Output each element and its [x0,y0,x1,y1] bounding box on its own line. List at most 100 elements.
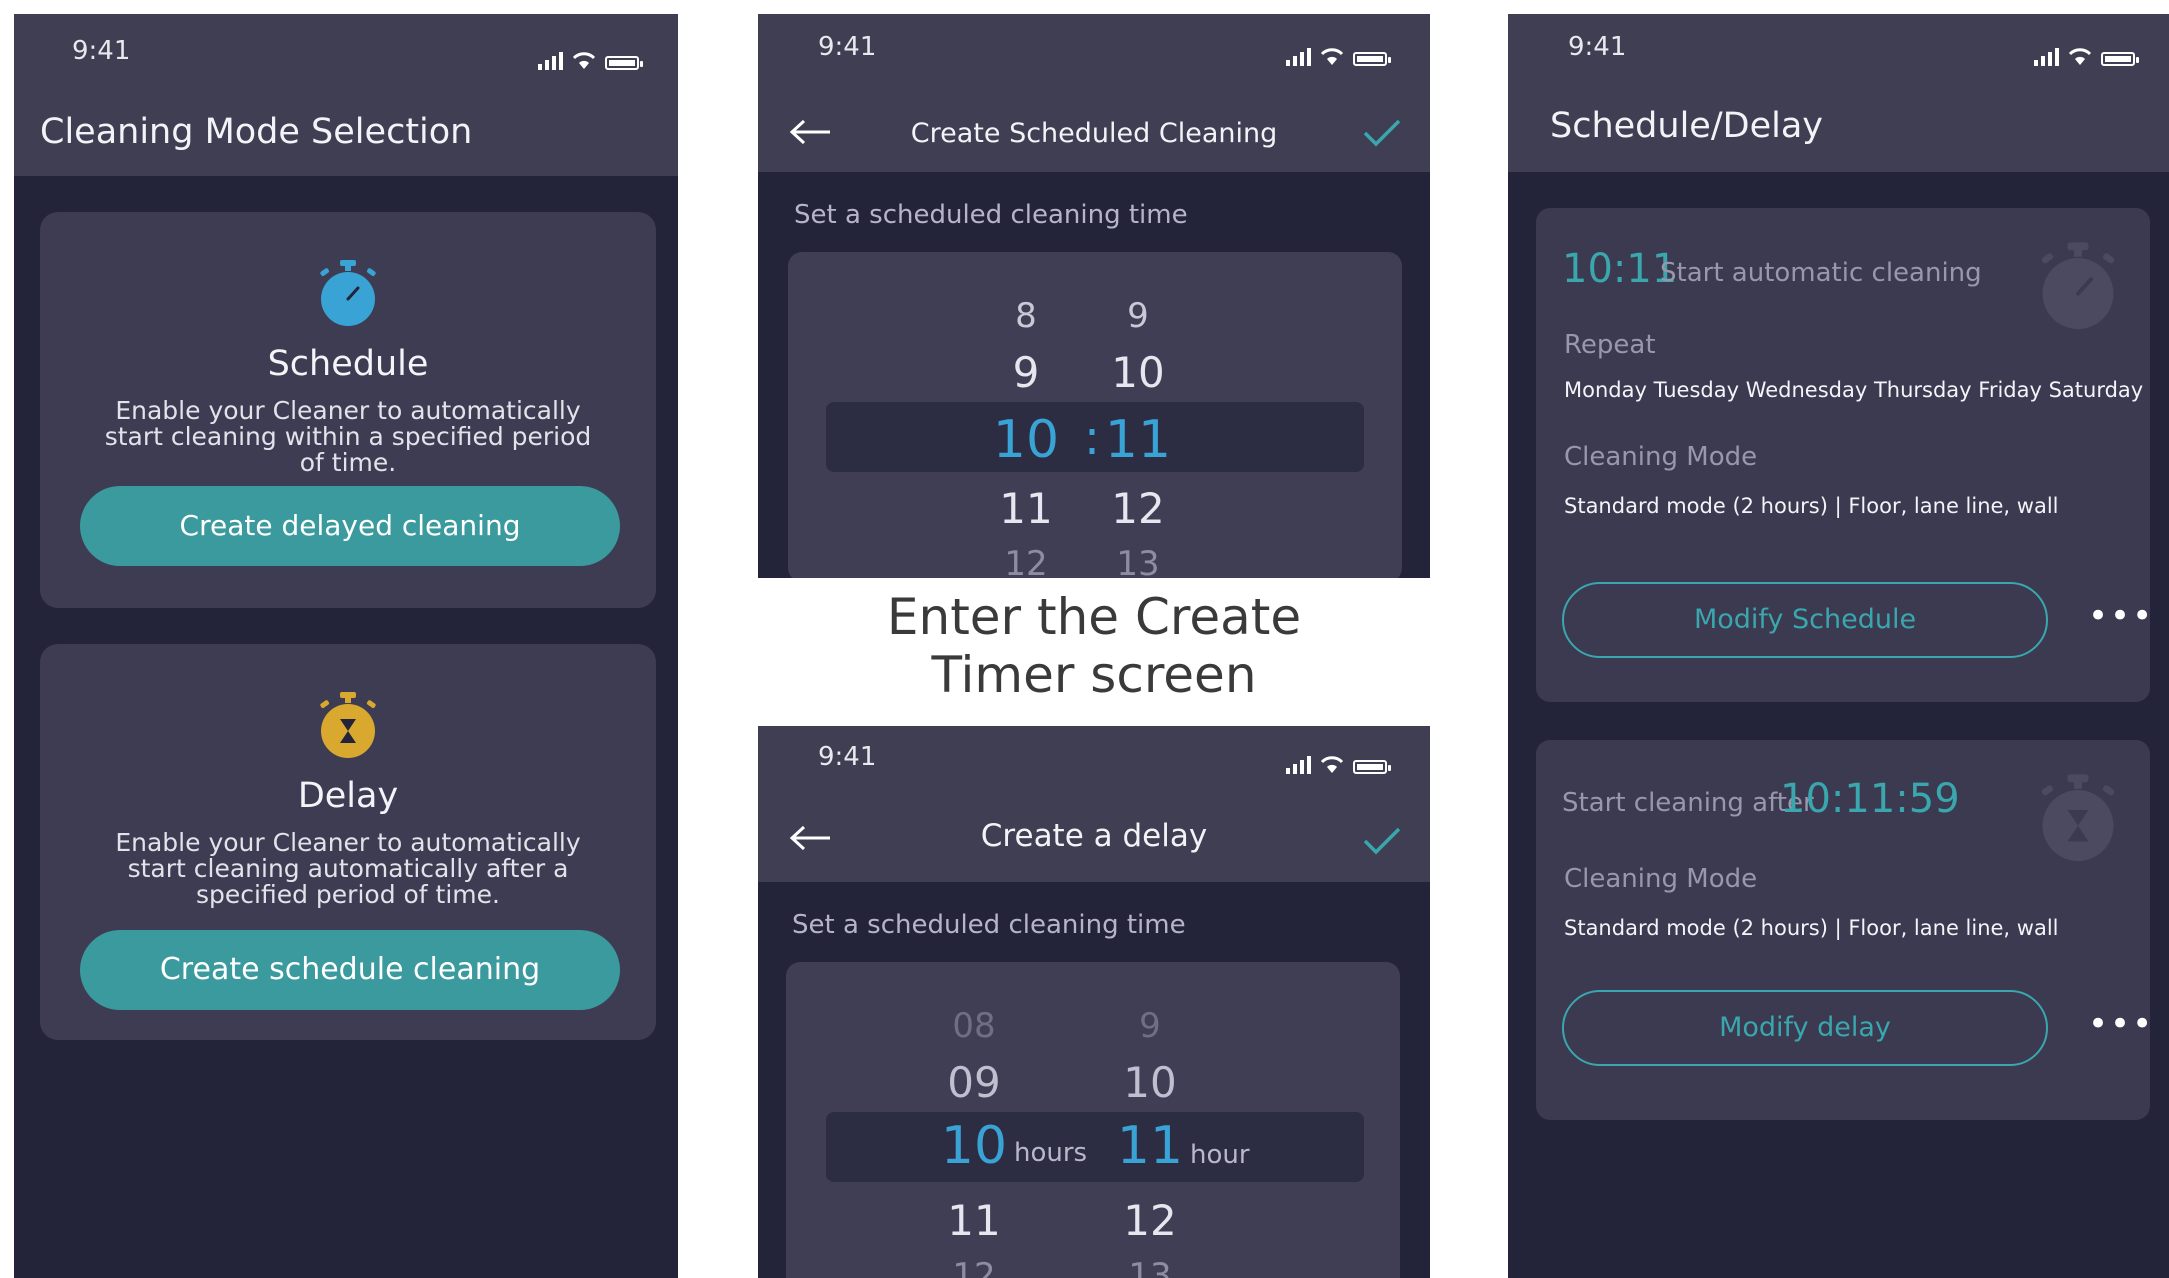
desc-line: Enable your Cleaner to automatically [115,828,581,857]
battery-icon [1353,760,1391,774]
delay-card: Delay Enable your Cleaner to automatical… [40,644,656,1040]
picker-hour[interactable]: 8 [986,296,1066,336]
picker-hour[interactable]: 09 [934,1058,1014,1107]
picker-selection-band [826,1112,1364,1182]
cleaning-mode-value: Standard mode (2 hours) | Floor, lane li… [1564,494,2059,518]
battery-icon [605,56,643,70]
nav-bar: 9:41 Create Scheduled Cleaning [758,14,1430,172]
cleaning-mode-label: Cleaning Mode [1564,864,1758,894]
picker-minute-selected[interactable]: 11 [1088,410,1188,470]
delay-prefix: Start cleaning after [1562,788,1814,818]
checkmark-icon[interactable] [1362,118,1402,148]
picker-minute[interactable]: 9 [1110,1006,1190,1046]
picker-minute[interactable]: 13 [1098,544,1178,578]
delay-card: Start cleaning after 10:11:59 Cleaning M… [1536,740,2152,1120]
desc-line: Enable your Cleaner to automatically [115,396,581,425]
checkmark-icon[interactable] [1362,826,1402,856]
schedule-time-caption: Start automatic cleaning [1660,258,1982,288]
hourglass-timer-icon [320,692,376,758]
picker-hour[interactable]: 08 [934,1006,1014,1046]
modify-schedule-button[interactable]: Modify Schedule [1562,582,2048,658]
delay-picker[interactable]: 08 09 10 hours 11 12 9 10 11 hour 12 13 [786,962,1400,1278]
nav-bar: 9:41 Create a delay [758,726,1430,882]
flow-caption: Enter the Create Timer screen [758,588,1430,704]
stopwatch-icon [2041,242,2115,329]
repeat-label: Repeat [1564,330,1656,360]
picker-hour-selected[interactable]: 10 [934,1116,1014,1176]
system-icons [1286,46,1391,66]
picker-minute[interactable]: 12 [1098,484,1178,533]
nav-title: Create a delay [980,818,1208,854]
battery-icon [1353,52,1391,66]
caption-line: Timer screen [931,646,1257,704]
button-label: Create delayed cleaning [179,509,521,542]
picker-hour[interactable]: 12 [934,1256,1014,1278]
picker-minute-selected[interactable]: 11 [1110,1116,1190,1176]
signal-icon [538,52,563,70]
picker-hour[interactable]: 11 [986,484,1066,533]
stopwatch-icon [320,260,376,326]
signal-icon [1286,756,1311,774]
schedule-card: Schedule Enable your Cleaner to automati… [40,212,656,608]
time-picker[interactable]: 8 9 10 11 12 : 9 10 11 12 13 [788,252,1402,578]
picker-minute[interactable]: 13 [1110,1256,1190,1278]
hours-unit: hours [1014,1138,1088,1168]
desc-line: specified period of time. [196,880,500,909]
schedule-title: Schedule [267,344,429,384]
status-bar: 9:41 Cleaning Mode Selection [14,14,678,176]
wifi-icon [2068,48,2092,65]
button-label: Modify delay [1719,1012,1891,1043]
more-options-icon[interactable]: ••• [2088,596,2154,636]
screen-create-scheduled-cleaning: 9:41 Create Scheduled Cleaning Set a sch… [758,14,1430,578]
wifi-icon [572,52,596,69]
delay-description: Enable your Cleaner to automatically sta… [80,830,616,908]
screen-create-delay: 9:41 Create a delay Set a scheduled clea… [758,726,1430,1278]
picker-hour-selected[interactable]: 10 [976,410,1076,470]
system-icons [2034,46,2139,66]
section-label: Set a scheduled cleaning time [794,200,1188,230]
status-time: 9:41 [818,742,877,772]
cleaning-mode-value: Standard mode (2 hours) | Floor, lane li… [1564,916,2059,940]
button-label: Create schedule cleaning [159,952,541,987]
picker-minute[interactable]: 12 [1110,1196,1190,1245]
status-time: 9:41 [72,36,131,66]
status-time: 9:41 [818,32,877,62]
picker-minute[interactable]: 9 [1098,296,1178,336]
screen-schedule-delay: 9:41 Schedule/Delay 10:11 Start automati… [1508,14,2169,1278]
picker-hour[interactable]: 9 [986,348,1066,397]
page-title: Schedule/Delay [1550,106,1823,146]
repeat-value: Monday Tuesday Wednesday Thursday Friday… [1564,378,2144,402]
schedule-description: Enable your Cleaner to automatically sta… [80,398,616,476]
picker-hour[interactable]: 12 [986,544,1066,578]
button-label: Modify Schedule [1693,604,1917,635]
cleaning-mode-label: Cleaning Mode [1564,442,1758,472]
picker-hour[interactable]: 11 [934,1196,1014,1245]
create-delayed-cleaning-button[interactable]: Create delayed cleaning [80,486,620,566]
caption-line: Enter the Create [886,588,1302,646]
picker-minute[interactable]: 10 [1110,1058,1190,1107]
create-schedule-cleaning-button[interactable]: Create schedule cleaning [80,930,620,1010]
desc-line: start cleaning automatically after a [127,854,569,883]
battery-icon [2101,52,2139,66]
signal-icon [2034,48,2059,66]
signal-icon [1286,48,1311,66]
hourglass-timer-icon [2041,774,2115,861]
delay-title: Delay [297,776,399,816]
status-time: 9:41 [1568,32,1627,62]
delay-time: 10:11:59 [1780,776,1960,822]
more-options-icon[interactable]: ••• [2088,1004,2154,1044]
nav-title: Create Scheduled Cleaning [910,118,1278,149]
status-bar: 9:41 Schedule/Delay [1508,14,2169,172]
system-icons [1286,754,1391,774]
page-title: Cleaning Mode Selection [40,112,473,152]
section-label: Set a scheduled cleaning time [792,910,1186,940]
schedule-card: 10:11 Start automatic cleaning Repeat Mo… [1536,208,2152,702]
screen-cleaning-mode-selection: 9:41 Cleaning Mode Selection Schedule En… [14,14,678,1278]
wifi-icon [1320,48,1344,65]
picker-minute[interactable]: 10 [1098,348,1178,397]
wifi-icon [1320,756,1344,773]
system-icons [538,50,643,70]
desc-line: of time. [299,448,397,477]
modify-delay-button[interactable]: Modify delay [1562,990,2048,1066]
minutes-unit: hour [1190,1140,1250,1170]
